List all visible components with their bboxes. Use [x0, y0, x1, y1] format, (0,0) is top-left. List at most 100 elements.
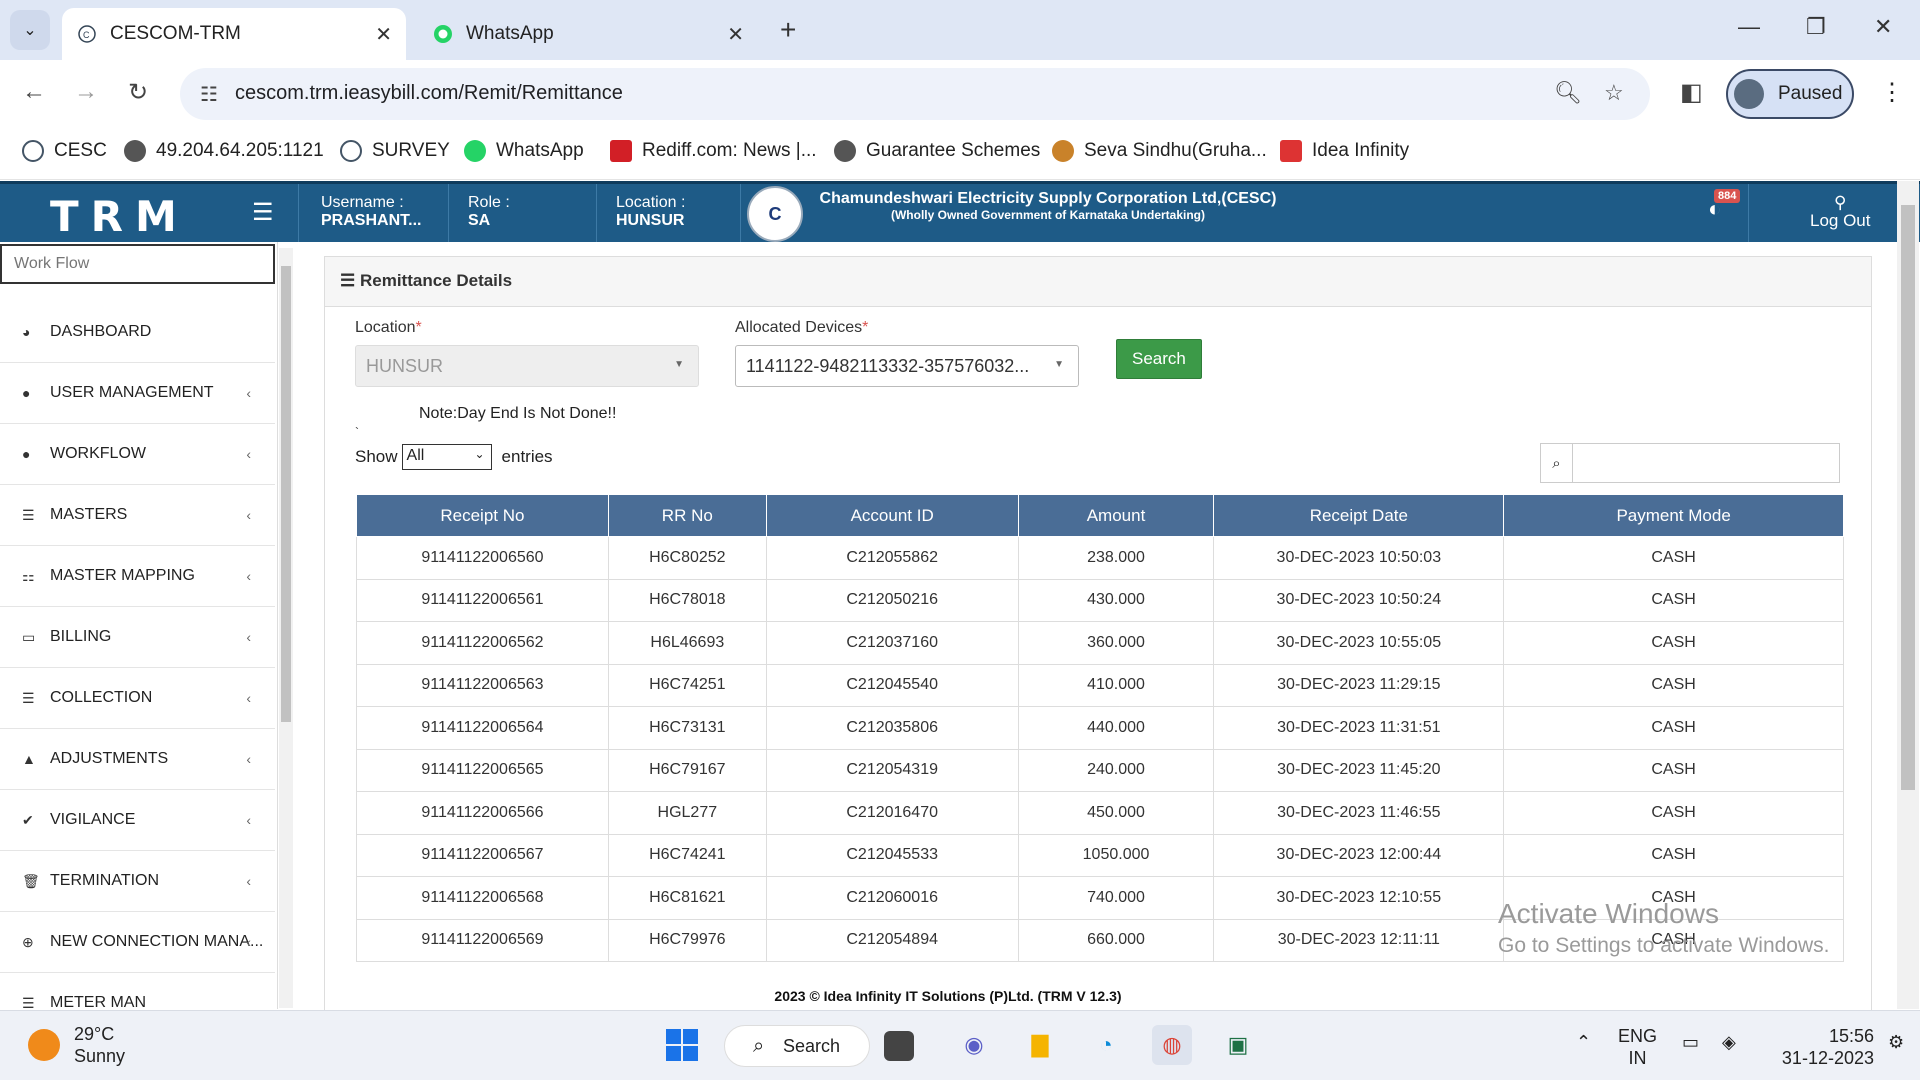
minimize-button[interactable]: — [1738, 14, 1760, 40]
entries-select[interactable]: All ⌄ [401, 444, 492, 470]
column-header[interactable]: Receipt Date [1213, 494, 1505, 537]
search-button[interactable]: Search [1116, 339, 1202, 379]
volume-icon[interactable]: ◈ [1722, 1031, 1736, 1053]
sidebar-item-label: TERMINATION [50, 872, 160, 889]
chevron-up-icon[interactable]: ⌃ [1576, 1031, 1591, 1053]
profile-button[interactable]: Paused [1726, 69, 1854, 119]
task-view-icon[interactable] [884, 1031, 914, 1061]
allocated-devices-select[interactable]: 1141122-9482113332-357576032... ▼ [735, 345, 1079, 387]
search-icon: ⌕ [753, 1034, 765, 1057]
table-cell: H6C78018 [607, 578, 767, 622]
cesc-icon [340, 140, 362, 162]
tab-cescom[interactable]: C CESCOM-TRM ✕ [62, 8, 406, 60]
chevron-left-icon: ‹ [246, 568, 251, 584]
sidebar-item-vigilance[interactable]: ✔ VIGILANCE ‹ [0, 790, 275, 851]
tab-title: WhatsApp [466, 23, 554, 44]
bookmark-idea[interactable]: Idea Infinity [1280, 140, 1409, 162]
page-scrollbar[interactable] [1897, 181, 1919, 1009]
sidebar-item-collection[interactable]: ☰ COLLECTION ‹ [0, 668, 275, 729]
adjust-icon: ▲ [22, 751, 36, 767]
sidebar-item-dashboard[interactable]: ◕ DASHBOARD [0, 302, 275, 363]
sidebar-item-master-mapping[interactable]: ⚏ MASTER MAPPING ‹ [0, 546, 275, 607]
rediff-icon [610, 140, 632, 162]
sidebar-item-label: NEW CONNECTION MANA... [50, 933, 264, 950]
taskbar-search[interactable]: ⌕ Search [724, 1025, 870, 1067]
bookmark-survey[interactable]: SURVEY [340, 140, 450, 162]
bookmark-whatsapp[interactable]: WhatsApp [464, 140, 584, 162]
new-tab-button[interactable]: + [780, 14, 796, 46]
bookmark-guarantee[interactable]: Guarantee Schemes [834, 140, 1040, 162]
close-icon[interactable]: ✕ [727, 22, 744, 47]
bookmark-ip[interactable]: 49.204.64.205:1121 [124, 140, 324, 162]
sidebar-item-masters[interactable]: ☰ MASTERS ‹ [0, 485, 275, 546]
panel-title: ☰ Remittance Details [325, 257, 1871, 307]
scrollbar-thumb[interactable] [281, 266, 291, 722]
url-text[interactable]: cescom.trm.ieasybill.com/Remit/Remittanc… [235, 82, 623, 105]
username-label: Username : [321, 194, 404, 211]
site-settings-icon[interactable]: ☷ [200, 82, 218, 107]
weather-widget[interactable]: 29°C Sunny [28, 1023, 125, 1067]
bookmarks-bar: CESC 49.204.64.205:1121 SURVEY WhatsApp … [0, 128, 1920, 180]
reload-icon[interactable]: ↻ [128, 78, 148, 107]
scrollbar-thumb[interactable] [1901, 205, 1915, 790]
windows-start-icon[interactable] [662, 1025, 702, 1065]
close-window-button[interactable]: ✕ [1874, 14, 1892, 40]
notifications-icon[interactable]: ⚙ [1888, 1031, 1904, 1053]
table-row[interactable]: 91141122006562 H6L46693 C212037160 360.000 3… [356, 621, 1844, 665]
sidebar-item-adjustments[interactable]: ▲ ADJUSTMENTS ‹ [0, 729, 275, 790]
excel-icon[interactable]: ▣ [1218, 1025, 1258, 1065]
workflow-search-input[interactable] [0, 244, 275, 284]
bookmark-cesc[interactable]: CESC [22, 140, 107, 162]
table-row[interactable]: 91141122006564 H6C73131 C212035806 440.000 3… [356, 706, 1844, 750]
table-row[interactable]: 91141122006561 H6C78018 C212050216 430.000 3… [356, 578, 1844, 622]
bookmark-rediff[interactable]: Rediff.com: News |... [610, 140, 817, 162]
logout-button[interactable]: ⚲ Log Out [1810, 194, 1871, 230]
sidebar-item-billing[interactable]: ▭ BILLING ‹ [0, 607, 275, 668]
restore-button[interactable]: ❐ [1806, 14, 1826, 40]
column-header[interactable]: RR No [607, 494, 767, 537]
table-row[interactable]: 91141122006560 H6C80252 C212055862 238.000 3… [356, 536, 1844, 580]
column-header[interactable]: Amount [1017, 494, 1215, 537]
table-row[interactable]: 91141122006567 H6C74241 C212045533 1050.000… [356, 833, 1844, 877]
more-menu-icon[interactable]: ⋮ [1880, 78, 1904, 107]
file-explorer-icon[interactable]: ▇ [1020, 1025, 1060, 1065]
svg-text:C: C [83, 30, 90, 40]
sidebar-item-termination[interactable]: 🗑︎ TERMINATION ‹ [0, 851, 275, 912]
bookmark-seva[interactable]: Seva Sindhu(Gruha... [1052, 140, 1267, 162]
clock[interactable]: 15:56 31-12-2023 [1764, 1025, 1874, 1069]
table-cell: C212054319 [765, 748, 1019, 792]
sidebar-item-user-management[interactable]: ● USER MANAGEMENT ‹ [0, 363, 275, 424]
table-row[interactable]: 91141122006566 HGL277 C212016470 450.000 30-… [356, 791, 1844, 835]
menu-toggle-icon[interactable]: ☰ [252, 198, 274, 227]
sidebar-item-workflow[interactable]: ● WORKFLOW ‹ [0, 424, 275, 485]
close-icon[interactable]: ✕ [375, 22, 392, 47]
column-header[interactable]: Account ID [765, 494, 1019, 537]
side-panel-icon[interactable]: ◧ [1680, 78, 1703, 107]
table-cell: C212045540 [765, 663, 1019, 707]
weather-condition: Sunny [74, 1046, 126, 1066]
column-header[interactable]: Receipt No [356, 494, 609, 537]
tab-search-button[interactable]: ⌄ [10, 10, 50, 50]
sidebar-scrollbar[interactable] [279, 248, 293, 1008]
table-cell: HGL277 [607, 791, 767, 835]
star-icon[interactable]: ☆ [1604, 80, 1624, 106]
zoom-icon[interactable]: 🔍︎ [1554, 80, 1582, 106]
sidebar-item-new-connection[interactable]: ⊕ NEW CONNECTION MANA... ‹ [0, 912, 275, 973]
back-icon[interactable]: ← [22, 78, 46, 106]
teams-icon[interactable]: ◉ [954, 1025, 994, 1065]
table-cell: CASH [1503, 833, 1844, 877]
omnibox[interactable]: ☷ cescom.trm.ieasybill.com/Remit/Remitta… [180, 68, 1650, 120]
day-end-note: Note:Day End Is Not Done!! [419, 405, 617, 422]
language-indicator[interactable]: ENG IN [1618, 1025, 1657, 1069]
divider [448, 184, 449, 242]
network-icon[interactable]: ▭ [1682, 1031, 1699, 1053]
edge-icon[interactable]: ◔ [1086, 1025, 1126, 1065]
table-row[interactable]: 91141122006563 H6C74251 C212045540 410.000 3… [356, 663, 1844, 707]
chrome-icon[interactable]: ◍ [1152, 1025, 1192, 1065]
table-cell: 91141122006563 [356, 663, 609, 707]
forward-icon[interactable]: → [74, 78, 98, 106]
column-header[interactable]: Payment Mode [1503, 494, 1844, 537]
table-search[interactable]: ⌕ [1540, 443, 1840, 483]
table-row[interactable]: 91141122006565 H6C79167 C212054319 240.000 3… [356, 748, 1844, 792]
tab-whatsapp[interactable]: WhatsApp ✕ [418, 8, 758, 60]
